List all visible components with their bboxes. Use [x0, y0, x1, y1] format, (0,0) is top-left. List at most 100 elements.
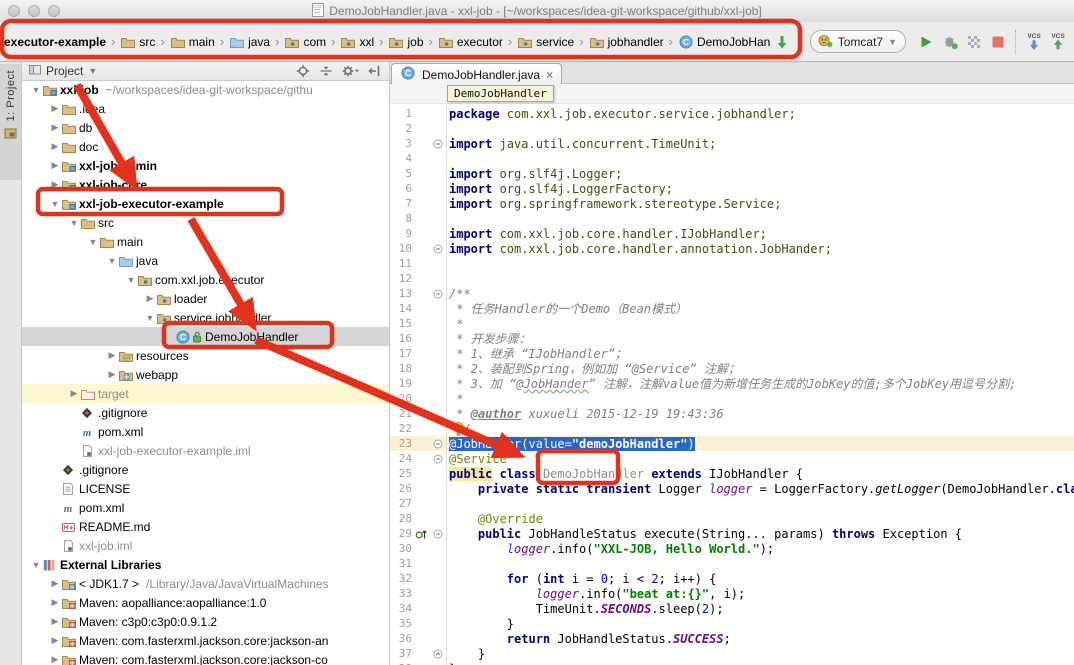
editor-gutter[interactable]: 36: [390, 631, 447, 646]
code-line-12[interactable]: 12: [390, 271, 1074, 286]
line-number[interactable]: 35: [390, 617, 412, 630]
project-panel-title[interactable]: Project: [46, 64, 83, 78]
code-line-33[interactable]: 33 logger.info("beat at:{}", i);: [390, 586, 1074, 601]
chevron-down-icon[interactable]: ▼: [88, 66, 97, 76]
editor-gutter[interactable]: 6: [390, 181, 447, 196]
line-number[interactable]: 33: [390, 587, 412, 600]
breadcrumb-item-main[interactable]: main: [170, 35, 215, 49]
line-number[interactable]: 28: [390, 512, 412, 525]
tree-item-resources[interactable]: ▶resources: [22, 346, 389, 365]
editor-gutter[interactable]: 28: [390, 511, 447, 526]
breadcrumb-item-service[interactable]: service: [517, 35, 574, 49]
tree-item-xxl-job-core[interactable]: ▶xxl-job-core: [22, 175, 389, 194]
tree-item-com.xxl.job.executor[interactable]: ▼com.xxl.job.executor: [22, 270, 389, 289]
line-number[interactable]: 9: [390, 227, 412, 240]
editor-gutter[interactable]: 21: [390, 406, 447, 421]
code-line-22[interactable]: 22 */: [390, 421, 1074, 436]
tree-item-xxl-job.iml[interactable]: xxl-job.iml: [22, 536, 389, 555]
editor-gutter[interactable]: 29: [390, 526, 447, 541]
line-number[interactable]: 7: [390, 197, 412, 210]
tree-collapse-arrow-icon[interactable]: ▼: [68, 218, 80, 228]
tree-expand-arrow-icon[interactable]: ▶: [49, 654, 61, 665]
breadcrumb-item-jobhandler[interactable]: jobhandler: [589, 35, 664, 49]
hide-panel-icon[interactable]: [367, 64, 383, 78]
editor-gutter[interactable]: 24: [390, 451, 447, 466]
editor-gutter[interactable]: 23: [390, 436, 447, 451]
code-line-20[interactable]: 20 *: [390, 391, 1074, 406]
editor-gutter[interactable]: 20: [390, 391, 447, 406]
scroll-from-source-icon[interactable]: [318, 64, 334, 78]
tree-item-.gitignore[interactable]: .gitignore: [22, 460, 389, 479]
line-number[interactable]: 4: [390, 152, 412, 165]
code-fold-icon[interactable]: [431, 454, 445, 464]
run-configuration-select[interactable]: Tomcat7 ▼: [810, 30, 906, 53]
line-number[interactable]: 15: [390, 317, 412, 330]
tree-expand-arrow-icon[interactable]: ▶: [49, 141, 61, 152]
code-line-16[interactable]: 16 * 开发步骤：: [390, 331, 1074, 346]
editor-gutter[interactable]: 5: [390, 166, 447, 181]
run-button[interactable]: [914, 29, 938, 55]
code-line-38[interactable]: 38}: [390, 661, 1074, 665]
line-number[interactable]: 24: [390, 452, 412, 465]
line-number[interactable]: 27: [390, 497, 412, 510]
line-number[interactable]: 23: [390, 437, 412, 450]
editor-gutter[interactable]: 2: [390, 121, 447, 136]
line-number[interactable]: 30: [390, 542, 412, 555]
editor-gutter[interactable]: 7: [390, 196, 447, 211]
line-number[interactable]: 10: [390, 242, 412, 255]
line-number[interactable]: 8: [390, 212, 412, 225]
tree-item-maven-c3p0-c3p0-0.9.1.2[interactable]: ▶Maven: c3p0:c3p0:0.9.1.2: [22, 612, 389, 631]
tree-item-doc[interactable]: ▶doc: [22, 137, 389, 156]
overrides-method-icon[interactable]: [414, 528, 429, 540]
tree-collapse-arrow-icon[interactable]: ▼: [106, 256, 118, 266]
line-number[interactable]: 6: [390, 182, 412, 195]
editor-gutter[interactable]: 10: [390, 241, 447, 256]
tree-item-maven-aopalliance-aopalliance-1.0[interactable]: ▶Maven: aopalliance:aopalliance:1.0: [22, 593, 389, 612]
code-line-35[interactable]: 35 }: [390, 616, 1074, 631]
code-line-13[interactable]: 13/**: [390, 286, 1074, 301]
code-line-3[interactable]: 3import java.util.concurrent.TimeUnit;: [390, 136, 1074, 151]
breadcrumb-item-executor[interactable]: executor: [438, 35, 503, 49]
tree-item-xxl-job[interactable]: ▼xxl-job~/workspaces/idea-git-workspace/…: [22, 80, 389, 99]
line-number[interactable]: 2: [390, 122, 412, 135]
breadcrumb-item-com[interactable]: com: [284, 35, 326, 49]
code-fold-icon[interactable]: [431, 289, 445, 299]
editor-gutter[interactable]: 1: [390, 106, 447, 121]
editor-gutter[interactable]: 25: [390, 466, 447, 481]
editor-gutter[interactable]: 26: [390, 481, 447, 496]
editor-gutter[interactable]: 3: [390, 136, 447, 151]
code-line-6[interactable]: 6import org.slf4j.LoggerFactory;: [390, 181, 1074, 196]
editor-gutter[interactable]: 27: [390, 496, 447, 511]
breadcrumb-item-job[interactable]: job: [388, 35, 423, 49]
editor-gutter[interactable]: 13: [390, 286, 447, 301]
code-line-37[interactable]: 37 }: [390, 646, 1074, 661]
editor-gutter[interactable]: 32: [390, 571, 447, 586]
tree-item-.idea[interactable]: ▶.idea: [22, 99, 389, 118]
tree-collapse-arrow-icon[interactable]: ▼: [30, 85, 42, 95]
line-number[interactable]: 22: [390, 422, 412, 435]
tree-expand-arrow-icon[interactable]: ▶: [49, 597, 61, 608]
tree-item-db[interactable]: ▶db: [22, 118, 389, 137]
tree-collapse-arrow-icon[interactable]: ▼: [30, 560, 42, 570]
code-line-29[interactable]: 29 public JobHandleStatus execute(String…: [390, 526, 1074, 541]
line-number[interactable]: 25: [390, 467, 412, 480]
code-line-7[interactable]: 7import org.springframework.stereotype.S…: [390, 196, 1074, 211]
code-line-2[interactable]: 2: [390, 121, 1074, 136]
debug-button[interactable]: [938, 29, 962, 55]
code-line-30[interactable]: 30 logger.info("XXL-JOB, Hello World.");: [390, 541, 1074, 556]
stop-button[interactable]: [986, 29, 1010, 55]
tree-item-service.jobhandler[interactable]: ▼service.jobhandler: [22, 308, 389, 327]
editor-gutter[interactable]: 8: [390, 211, 447, 226]
editor-gutter[interactable]: 12: [390, 271, 447, 286]
breadcrumb-item-demojobhandler[interactable]: CDemoJobHandler: [678, 35, 770, 49]
line-number[interactable]: 29: [390, 527, 412, 540]
tree-collapse-arrow-icon[interactable]: ▼: [125, 275, 137, 285]
tree-collapse-arrow-icon[interactable]: ▼: [87, 237, 99, 247]
tree-item-webapp[interactable]: ▶webapp: [22, 365, 389, 384]
breadcrumb-item-xxl[interactable]: xxl: [340, 35, 374, 49]
code-line-14[interactable]: 14 * 任务Handler的一个Demo（Bean模式）: [390, 301, 1074, 316]
tree-item-xxl-job-executor-example[interactable]: ▼xxl-job-executor-example: [22, 194, 389, 213]
tree-expand-arrow-icon[interactable]: ▶: [106, 369, 118, 380]
tree-item--jdk1.7-[interactable]: ▶< JDK1.7 >/Library/Java/JavaVirtualMach…: [22, 574, 389, 593]
update-running-application-icon[interactable]: [770, 29, 794, 55]
